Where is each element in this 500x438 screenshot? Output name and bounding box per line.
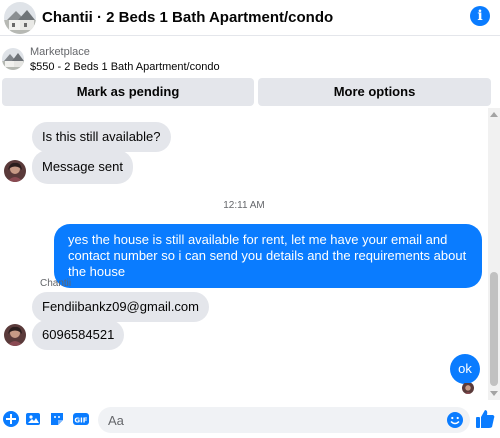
conversation-title: Chantii · 2 Beds 1 Bath Apartment/condo: [42, 9, 334, 26]
listing-avatar[interactable]: [4, 1, 36, 34]
message-thread: Is this still available? Message sent 12…: [0, 108, 488, 400]
message-bubble-outgoing: ok: [450, 354, 480, 384]
scrollbar-thumb[interactable]: [490, 272, 498, 386]
marketplace-label: Marketplace: [30, 46, 90, 58]
sender-name: Chantii: [40, 278, 72, 289]
scroll-down-arrow[interactable]: [490, 391, 498, 396]
message-bubble-incoming: Message sent: [32, 150, 133, 184]
read-receipt-avatar: [462, 382, 474, 394]
listing-thumbnail: [2, 48, 24, 70]
gif-icon[interactable]: GIF: [72, 410, 90, 428]
message-bubble-incoming: Fendiibankz09@gmail.com: [32, 292, 209, 322]
photo-icon[interactable]: [24, 410, 42, 428]
listing-summary: $550 - 2 Beds 1 Bath Apartment/condo: [30, 61, 220, 73]
svg-text:GIF: GIF: [74, 417, 87, 425]
thread-scrollbar[interactable]: [488, 108, 500, 400]
mark-as-pending-button[interactable]: Mark as pending: [2, 78, 254, 106]
more-options-button[interactable]: More options: [258, 78, 491, 106]
emoji-icon[interactable]: [446, 411, 464, 429]
like-thumbs-up-icon[interactable]: [474, 408, 496, 430]
message-timestamp: 12:11 AM: [223, 200, 265, 211]
chat-header: Chantii · 2 Beds 1 Bath Apartment/condo …: [0, 0, 500, 36]
info-icon[interactable]: i: [470, 6, 490, 26]
sender-avatar[interactable]: [4, 324, 26, 346]
message-composer: GIF: [0, 402, 500, 438]
sender-avatar[interactable]: [4, 160, 26, 182]
message-bubble-incoming: 6096584521: [32, 320, 125, 350]
marketplace-listing[interactable]: Marketplace $550 - 2 Beds 1 Bath Apartme…: [0, 44, 500, 76]
message-bubble-incoming: Is this still available?: [32, 122, 171, 152]
scroll-up-arrow[interactable]: [490, 112, 498, 117]
message-input[interactable]: [98, 407, 470, 433]
message-bubble-outgoing: yes the house is still available for ren…: [54, 224, 482, 288]
sticker-icon[interactable]: [48, 410, 66, 428]
plus-circle-icon[interactable]: [2, 410, 20, 428]
